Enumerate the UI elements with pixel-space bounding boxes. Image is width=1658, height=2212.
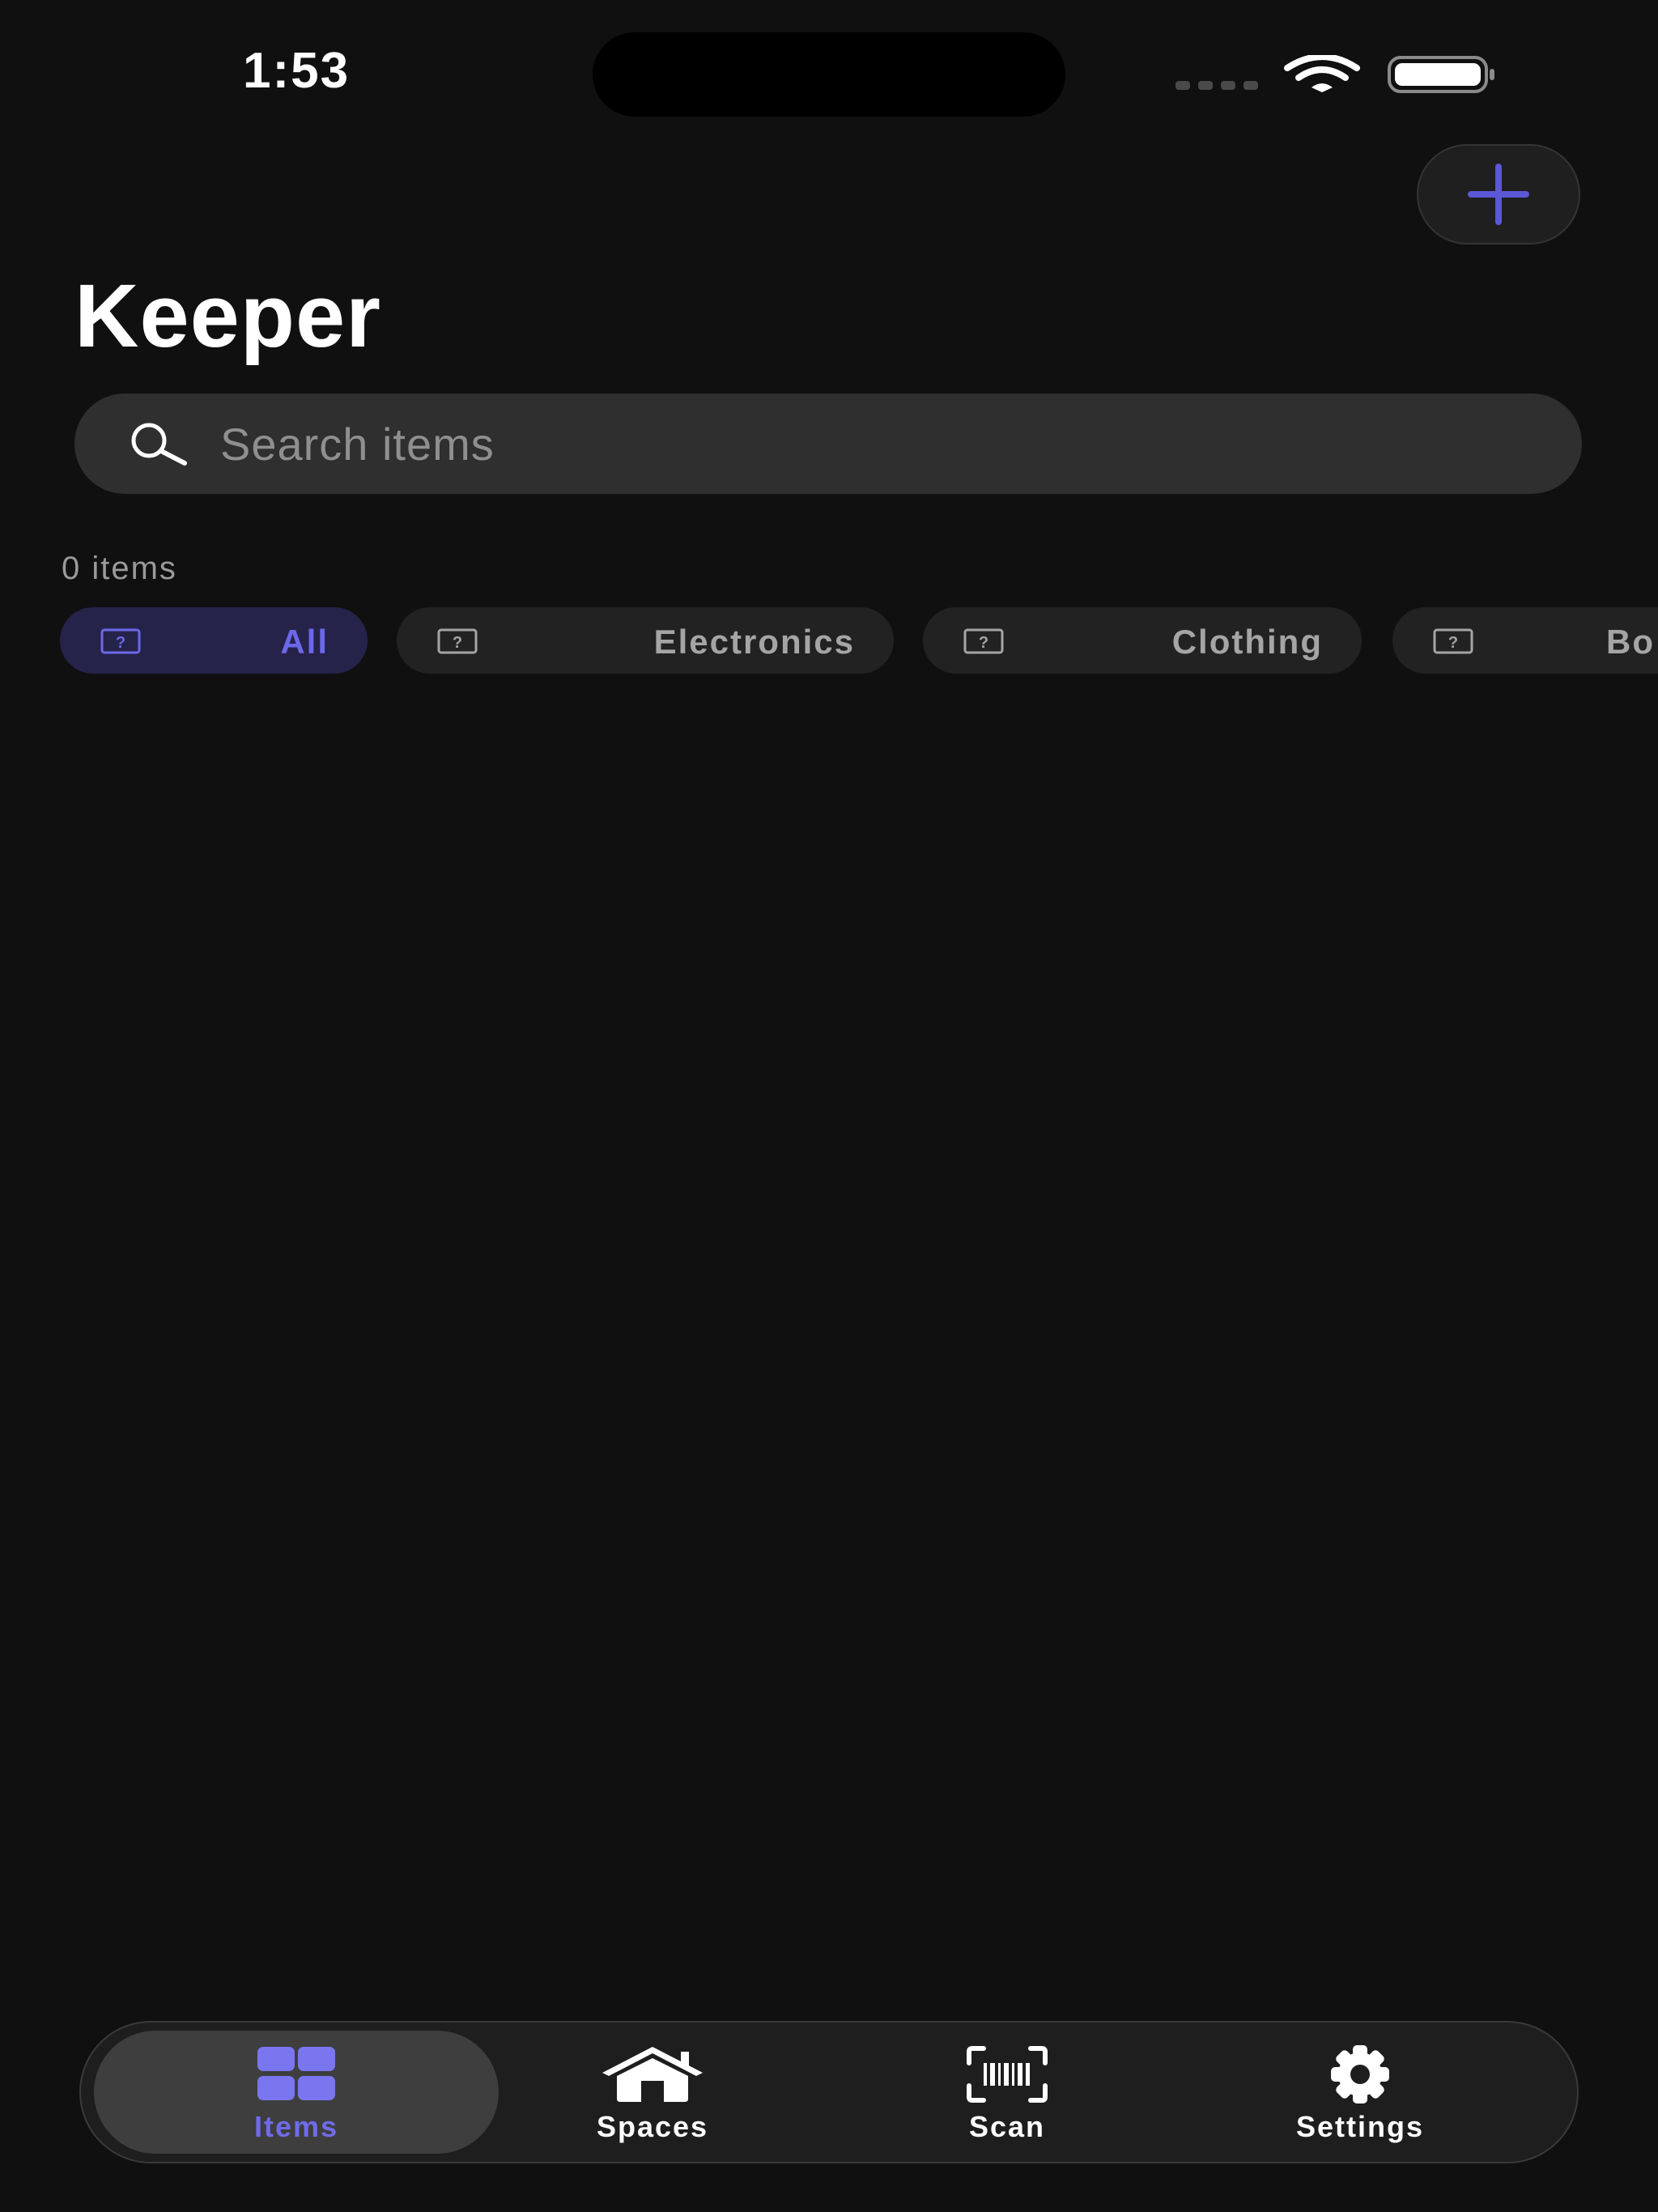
- plus-icon: [1468, 164, 1529, 225]
- svg-text:?: ?: [979, 634, 988, 652]
- filter-chip-label: All: [280, 623, 329, 661]
- filter-chip-clothing[interactable]: ? Clothing: [923, 607, 1362, 674]
- tab-label: Items: [253, 2110, 339, 2143]
- search-icon: [126, 421, 188, 466]
- category-placeholder-icon: ?: [1433, 628, 1473, 654]
- filter-chip-label: Bo: [1606, 623, 1655, 661]
- svg-text:?: ?: [116, 634, 125, 652]
- svg-text:?: ?: [1448, 634, 1458, 652]
- page-title: Keeper: [74, 266, 381, 366]
- category-placeholder-icon: ?: [100, 628, 141, 654]
- category-filter-row[interactable]: ? All ? Electronics ? Clothing ? Bo: [60, 607, 1658, 674]
- category-placeholder-icon: ?: [437, 628, 478, 654]
- barcode-scan-icon: [967, 2046, 1048, 2103]
- wifi-icon: [1284, 55, 1360, 92]
- grid-icon: [257, 2047, 335, 2100]
- filter-chip-electronics[interactable]: ? Electronics: [397, 607, 894, 674]
- add-item-button[interactable]: [1417, 144, 1580, 245]
- gear-icon: [1331, 2045, 1389, 2104]
- battery-icon: [1388, 56, 1494, 93]
- tab-scan[interactable]: Scan: [805, 2031, 1209, 2154]
- status-time: 1:53: [243, 43, 351, 99]
- cellular-signal-icon: [1175, 81, 1258, 90]
- tab-items[interactable]: Items: [94, 2031, 499, 2154]
- category-placeholder-icon: ?: [963, 628, 1004, 654]
- tab-label: Settings: [1295, 2110, 1424, 2143]
- filter-chip-label: Electronics: [653, 623, 855, 661]
- tab-settings[interactable]: Settings: [1158, 2031, 1562, 2154]
- tab-label: Scan: [968, 2110, 1046, 2143]
- tab-spaces[interactable]: Spaces: [450, 2031, 855, 2154]
- search-bar[interactable]: [74, 393, 1582, 495]
- svg-text:?: ?: [453, 634, 462, 652]
- bottom-tab-bar: Items Spaces Scan Settings: [79, 2021, 1579, 2163]
- tab-label: Spaces: [596, 2110, 709, 2143]
- filter-chip-books[interactable]: ? Bo: [1392, 607, 1658, 674]
- filter-chip-all[interactable]: ? All: [60, 607, 368, 674]
- dynamic-island: [593, 32, 1065, 117]
- house-icon: [602, 2047, 703, 2102]
- item-count: 0 items: [62, 551, 177, 586]
- search-input[interactable]: [219, 393, 1582, 495]
- filter-chip-label: Clothing: [1171, 623, 1323, 661]
